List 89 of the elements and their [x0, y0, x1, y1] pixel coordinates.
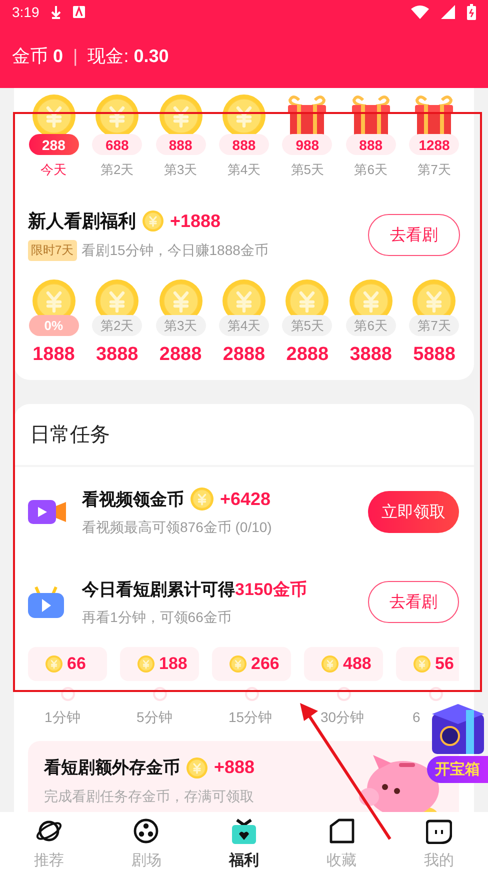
video-camera-icon — [28, 500, 66, 524]
milestone-time: 30分钟 — [320, 709, 366, 727]
watch-button[interactable]: 去看剧 — [368, 214, 460, 256]
banner-subtitle: 完成看剧任务存金币，存满可领取 — [44, 788, 255, 806]
day-label: 第6天 — [354, 161, 388, 179]
milestone-dot — [336, 687, 350, 701]
banner-title: 看短剧额外存金币 — [44, 757, 180, 779]
milestone-dot — [152, 687, 166, 701]
coin-icon — [142, 210, 164, 232]
reward-amount: 888 — [346, 134, 396, 155]
reward-amount: 2888 — [286, 344, 329, 366]
folder-icon — [328, 818, 355, 844]
milestone-time: 6 — [412, 709, 422, 725]
tv-icon — [28, 586, 64, 618]
reward-amount: 288 — [28, 134, 79, 155]
reward-amount: 988 — [282, 134, 332, 155]
task-subtitle: 再看1分钟，可领66金币 — [82, 608, 232, 626]
subtitle: 看剧15分钟，今日赚1888金币 — [82, 242, 268, 260]
reward-amount: 888 — [156, 134, 206, 155]
status-time: 3:19 — [12, 4, 40, 20]
reward-amount: 488 — [343, 654, 372, 674]
day-label: 今天 — [40, 161, 67, 179]
task-title: 今日看短剧累计可得3150金币 — [82, 578, 307, 600]
milestone-time: 5分钟 — [136, 709, 174, 727]
day-label: 第7天 — [418, 161, 451, 179]
reward-amount: 266 — [251, 654, 280, 674]
nav-tab[interactable]: 剧场 — [98, 812, 196, 876]
nav-tab[interactable]: 收藏 — [292, 812, 390, 876]
coin-icon — [229, 655, 247, 673]
reward-amount: 2888 — [159, 344, 202, 366]
planet-icon — [36, 818, 62, 844]
reward-amount: 3888 — [96, 344, 138, 366]
milestone-time: 15分钟 — [228, 709, 274, 727]
nav-tab[interactable]: 推荐 — [0, 812, 98, 876]
coin-balance: 金币 0 — [12, 45, 64, 68]
day-label: 第4天 — [227, 161, 261, 179]
open-chest-button[interactable]: 开宝箱 — [427, 756, 488, 783]
day-label: 第3天 — [164, 161, 198, 179]
reward-amount: 56 — [435, 654, 454, 674]
task-button[interactable]: 立即领取 — [368, 491, 459, 533]
milestone-dot — [60, 687, 74, 701]
day-badge: 第2天 — [92, 315, 142, 336]
reward-amount: 888 — [218, 134, 269, 155]
milestone-dot — [428, 687, 442, 701]
nav-tab[interactable]: 福利 — [195, 812, 293, 876]
reward-amount: 66 — [67, 654, 86, 674]
gift-icon — [230, 818, 257, 844]
wifi-icon — [411, 5, 429, 19]
reward-amount: 3888 — [350, 344, 392, 366]
task-title: 看视频领金币 — [82, 488, 184, 510]
reward-amount: 688 — [92, 134, 142, 155]
download-icon — [51, 5, 62, 19]
film-reel-icon — [133, 818, 160, 844]
limited-tag: 限时7天 — [28, 240, 77, 261]
battery-icon — [467, 4, 476, 20]
reward-amount: 2888 — [222, 344, 266, 366]
coin-icon — [321, 655, 339, 673]
coin-icon — [137, 655, 155, 673]
day-badge: 第3天 — [156, 315, 206, 336]
cash-balance: 现金: 0.30 — [88, 45, 169, 68]
separator: | — [73, 46, 78, 66]
day-label: 第2天 — [100, 161, 134, 179]
reward-amount: 5888 — [413, 344, 456, 366]
coin-icon — [45, 655, 63, 673]
day-badge: 第6天 — [346, 315, 396, 336]
bonus-amount: +6428 — [220, 488, 271, 510]
task-button[interactable]: 去看剧 — [368, 581, 459, 623]
day-badge: 第5天 — [282, 315, 332, 336]
task-subtitle: 看视频最高可领876金币 (0/10) — [82, 519, 273, 537]
notification-icon — [73, 6, 86, 18]
day-label: 第5天 — [290, 161, 324, 179]
signal-icon — [441, 5, 455, 19]
nav-tab[interactable]: 我的 — [390, 812, 488, 876]
chat-bubble-icon — [426, 818, 452, 844]
section-title: 新人看剧福利 — [28, 210, 136, 233]
reward-amount: 188 — [159, 654, 188, 674]
day-badge: 第7天 — [409, 315, 460, 336]
coin-icon — [413, 655, 431, 673]
bonus-amount: +1888 — [170, 210, 221, 232]
bonus-amount: +888 — [214, 757, 255, 778]
coin-icon — [190, 487, 214, 511]
reward-amount: 1888 — [32, 344, 75, 366]
day-badge: 0% — [28, 315, 79, 336]
reward-amount: 1288 — [409, 134, 460, 155]
milestone-time: 1分钟 — [44, 709, 82, 727]
section-title: 日常任务 — [14, 404, 474, 467]
milestone-dot — [244, 687, 258, 701]
day-badge: 第4天 — [218, 315, 269, 336]
coin-icon — [186, 756, 208, 778]
